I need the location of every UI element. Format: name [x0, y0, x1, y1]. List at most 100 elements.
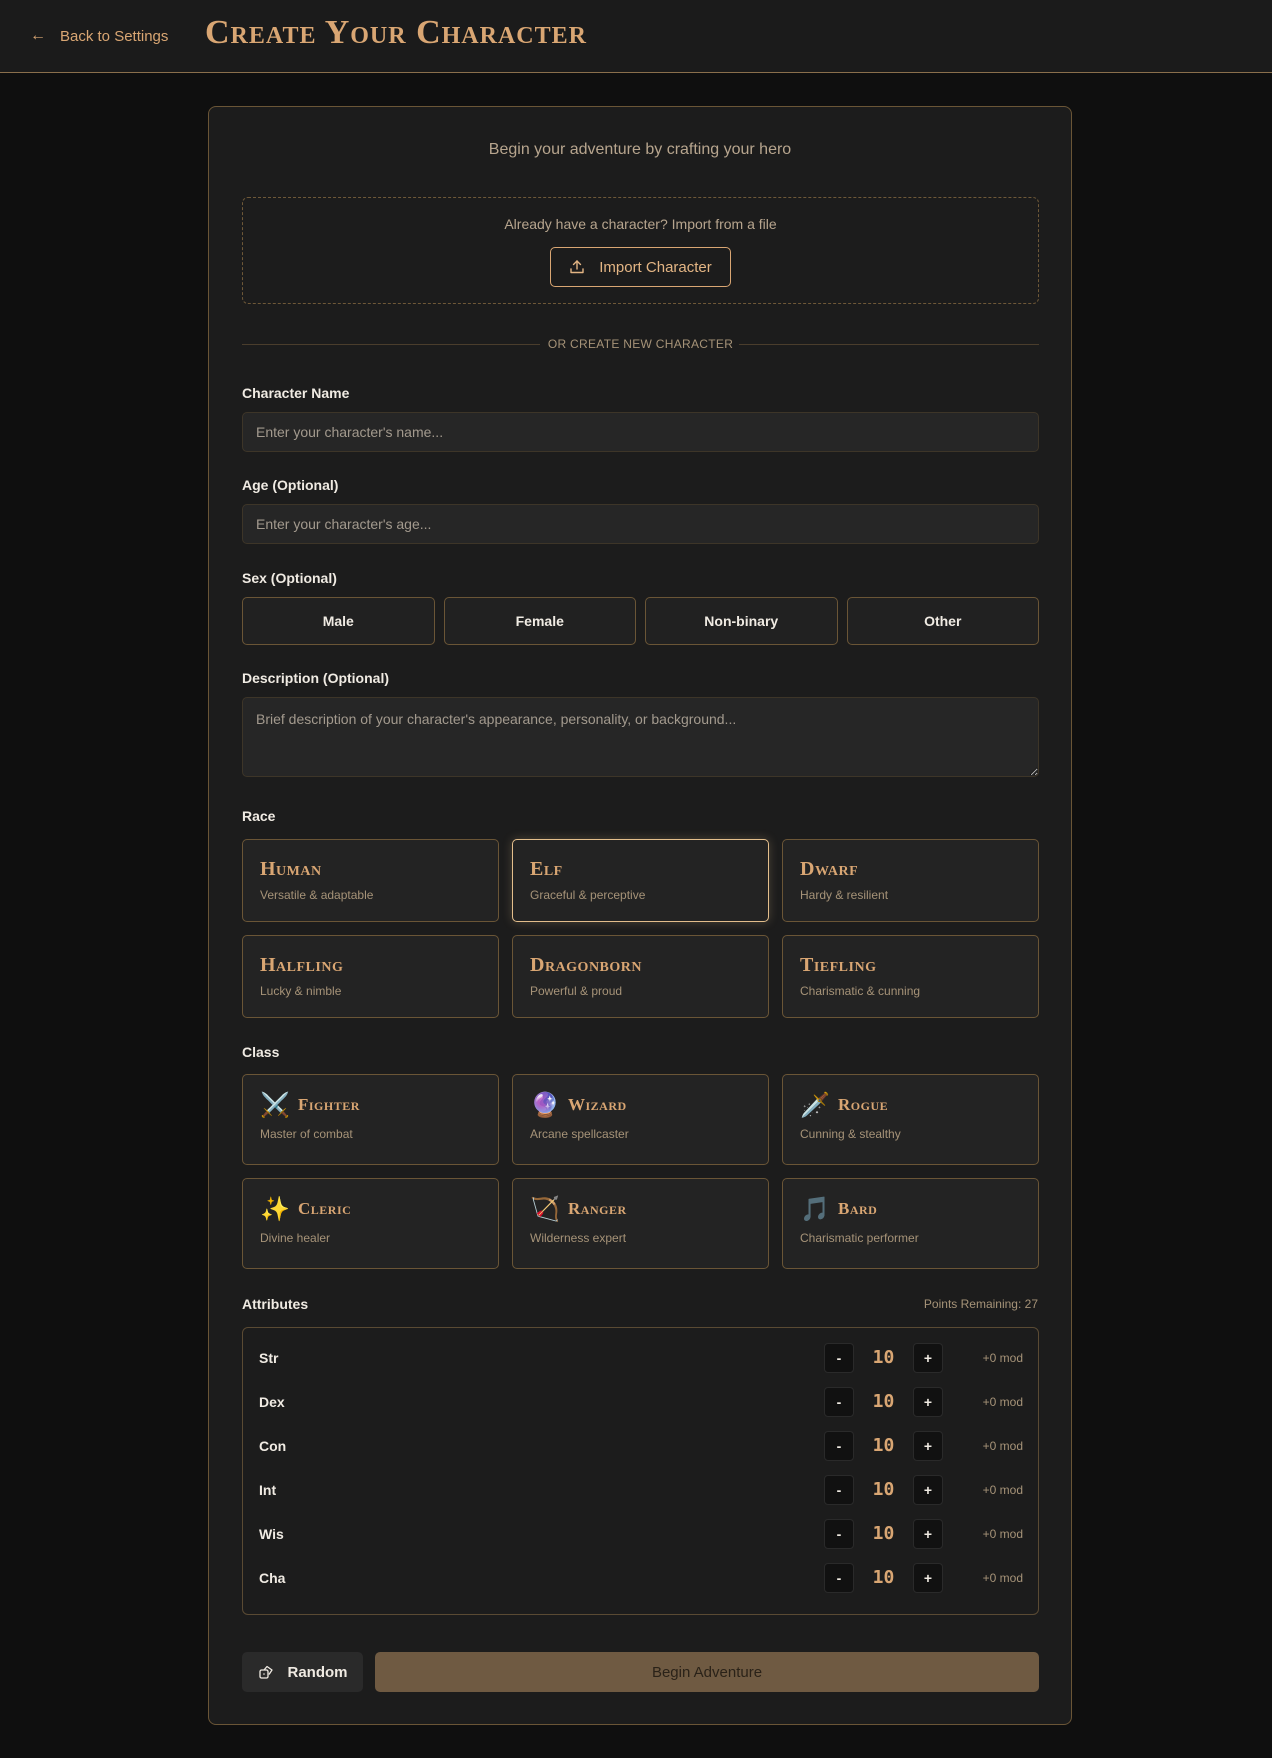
decrement-button[interactable]: - [824, 1519, 854, 1549]
increment-button[interactable]: + [913, 1563, 943, 1593]
increment-button[interactable]: + [913, 1475, 943, 1505]
race-desc: Lucky & nimble [260, 984, 342, 998]
class-name: Rogue [838, 1095, 889, 1114]
or-divider: OR CREATE NEW CHARACTER [242, 335, 1039, 355]
class-desc: Divine healer [260, 1231, 331, 1245]
sex-option-female[interactable]: Female [443, 597, 636, 645]
attribute-name: Cha [259, 1570, 286, 1586]
decrement-button[interactable]: - [824, 1343, 854, 1373]
attribute-value: 10 [872, 1479, 895, 1500]
attribute-name: Str [259, 1350, 279, 1366]
class-option-fighter[interactable]: ⚔️ Fighter Master of combat [242, 1074, 499, 1165]
back-to-settings-link[interactable]: ← Back to Settings [30, 24, 168, 48]
class-option-wizard[interactable]: 🔮 Wizard Arcane spellcaster [512, 1074, 769, 1165]
race-name: Dragonborn [530, 954, 643, 976]
race-desc: Graceful & perceptive [530, 888, 646, 902]
increment-button[interactable]: + [913, 1519, 943, 1549]
race-name: Human [260, 858, 322, 880]
class-label: Class [242, 1044, 280, 1060]
music-note-icon: 🎵 [800, 1195, 831, 1223]
increment-button[interactable]: + [913, 1431, 943, 1461]
class-name: Wizard [568, 1095, 627, 1114]
attribute-value: 10 [872, 1391, 895, 1412]
race-option-elf[interactable]: Elf Graceful & perceptive [512, 839, 769, 922]
decrement-button[interactable]: - [824, 1475, 854, 1505]
upload-icon [570, 260, 584, 274]
class-name: Ranger [568, 1199, 627, 1218]
description-textarea[interactable] [242, 697, 1039, 777]
sparkles-icon: ✨ [260, 1195, 291, 1223]
attribute-name: Wis [259, 1526, 284, 1542]
import-dropzone[interactable]: Already have a character? Import from a … [242, 197, 1039, 304]
crossed-swords-icon: ⚔️ [260, 1091, 291, 1119]
character-form-card: Begin your adventure by crafting your he… [208, 106, 1072, 1725]
import-character-button[interactable]: Import Character [550, 247, 731, 287]
attribute-row-cha: Cha - 10 + +0 mod [243, 1563, 1038, 1593]
attribute-row-con: Con - 10 + +0 mod [243, 1431, 1038, 1461]
race-name: Elf [530, 858, 563, 880]
crystal-ball-icon: 🔮 [530, 1091, 561, 1119]
class-name: Bard [838, 1199, 878, 1218]
sex-option-male[interactable]: Male [242, 597, 435, 645]
bow-and-arrow-icon: 🏹 [530, 1195, 561, 1223]
attribute-value: 10 [872, 1435, 895, 1456]
attribute-name: Int [259, 1482, 277, 1498]
name-label: Character Name [242, 385, 350, 401]
decrement-button[interactable]: - [824, 1563, 854, 1593]
race-option-human[interactable]: Human Versatile & adaptable [242, 839, 499, 922]
attributes-label: Attributes [242, 1296, 309, 1312]
attribute-value: 10 [872, 1523, 895, 1544]
decrement-button[interactable]: - [824, 1387, 854, 1417]
class-desc: Master of combat [260, 1127, 353, 1141]
attribute-modifier: +0 mod [982, 1527, 1023, 1541]
back-label: Back to Settings [60, 27, 169, 45]
race-desc: Charismatic & cunning [800, 984, 921, 998]
random-button[interactable]: Random [242, 1652, 363, 1692]
description-label: Description (Optional) [242, 670, 389, 686]
points-remaining: Points Remaining: 27 [923, 1297, 1038, 1311]
attribute-name: Dex [259, 1394, 285, 1410]
race-name: Tiefling [800, 954, 877, 976]
attribute-value: 10 [872, 1347, 895, 1368]
character-name-input[interactable] [242, 412, 1039, 452]
decrement-button[interactable]: - [824, 1431, 854, 1461]
class-grid: ⚔️ Fighter Master of combat 🔮 Wizard Arcan… [242, 1074, 1039, 1269]
increment-button[interactable]: + [913, 1343, 943, 1373]
race-option-dragonborn[interactable]: Dragonborn Powerful & proud [512, 935, 769, 1018]
page-title: Create Your Character [205, 14, 587, 51]
increment-button[interactable]: + [913, 1387, 943, 1417]
attribute-modifier: +0 mod [982, 1571, 1023, 1585]
race-option-tiefling[interactable]: Tiefling Charismatic & cunning [782, 935, 1039, 1018]
age-label: Age (Optional) [242, 477, 339, 493]
race-name: Halfling [260, 954, 344, 976]
class-option-rogue[interactable]: 🗡️ Rogue Cunning & stealthy [782, 1074, 1039, 1165]
race-desc: Versatile & adaptable [260, 888, 374, 902]
attribute-modifier: +0 mod [982, 1483, 1023, 1497]
attribute-modifier: +0 mod [982, 1439, 1023, 1453]
race-desc: Powerful & proud [530, 984, 623, 998]
age-input[interactable] [242, 504, 1039, 544]
race-grid: Human Versatile & adaptable Elf Graceful… [242, 839, 1039, 1018]
sex-options: Male Female Non-binary Other [242, 597, 1039, 645]
race-desc: Hardy & resilient [800, 888, 889, 902]
divider-line-right [739, 344, 1039, 345]
sex-option-non-binary[interactable]: Non-binary [645, 597, 838, 645]
attribute-modifier: +0 mod [982, 1351, 1023, 1365]
class-desc: Arcane spellcaster [530, 1127, 629, 1141]
race-label: Race [242, 808, 276, 824]
class-option-ranger[interactable]: 🏹 Ranger Wilderness expert [512, 1178, 769, 1269]
race-option-halfling[interactable]: Halfling Lucky & nimble [242, 935, 499, 1018]
top-bar: ← Back to Settings Create Your Character [0, 0, 1272, 73]
sex-label: Sex (Optional) [242, 570, 337, 586]
import-button-label: Import Character [599, 258, 712, 276]
race-option-dwarf[interactable]: Dwarf Hardy & resilient [782, 839, 1039, 922]
class-desc: Charismatic performer [800, 1231, 919, 1245]
class-option-cleric[interactable]: ✨ Cleric Divine healer [242, 1178, 499, 1269]
begin-adventure-button[interactable]: Begin Adventure [375, 1652, 1039, 1692]
class-option-bard[interactable]: 🎵 Bard Charismatic performer [782, 1178, 1039, 1269]
attribute-modifier: +0 mod [982, 1395, 1023, 1409]
class-name: Cleric [298, 1199, 352, 1218]
arrow-left-icon: ← [30, 27, 46, 44]
sex-option-other[interactable]: Other [846, 597, 1039, 645]
dagger-icon: 🗡️ [800, 1091, 831, 1119]
